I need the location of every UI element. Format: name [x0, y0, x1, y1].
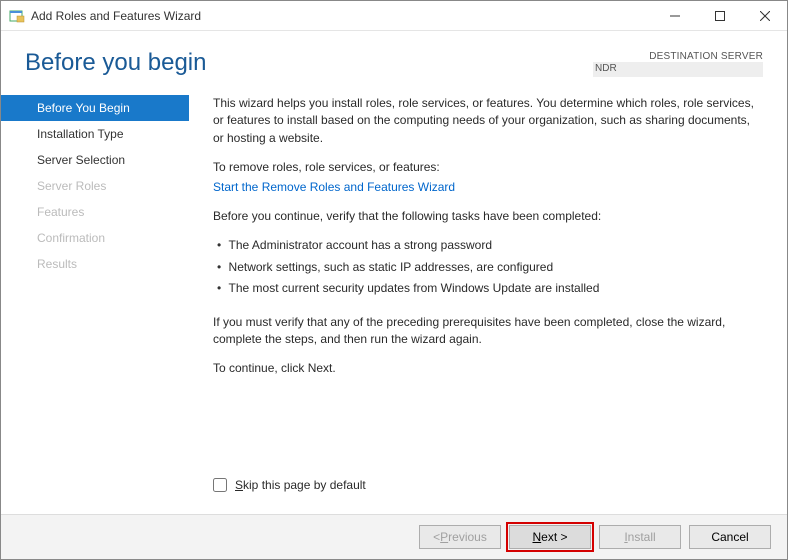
sidebar-item-installation-type[interactable]: Installation Type	[1, 121, 189, 147]
next-button[interactable]: Next >	[509, 525, 591, 549]
skip-label[interactable]: Skip this page by default	[235, 477, 366, 494]
skip-row: Skip this page by default	[213, 469, 763, 506]
app-icon	[9, 8, 25, 24]
maximize-button[interactable]	[697, 1, 742, 31]
sidebar-item-results: Results	[1, 251, 189, 277]
main: Before You Begin Installation Type Serve…	[1, 87, 787, 514]
sidebar-item-before-you-begin[interactable]: Before You Begin	[1, 95, 189, 121]
sidebar-item-label: Features	[37, 205, 84, 219]
list-item: Network settings, such as static IP addr…	[217, 259, 763, 276]
list-item: The most current security updates from W…	[217, 280, 763, 297]
page-title: Before you begin	[25, 49, 206, 77]
destination-block: DESTINATION SERVER NDR	[583, 51, 763, 77]
sidebar-item-label: Installation Type	[37, 127, 124, 141]
sidebar-item-server-roles: Server Roles	[1, 173, 189, 199]
sidebar-item-features: Features	[1, 199, 189, 225]
window-title: Add Roles and Features Wizard	[31, 9, 652, 23]
list-item: The Administrator account has a strong p…	[217, 237, 763, 254]
sidebar-item-label: Server Selection	[37, 153, 125, 167]
sidebar-item-server-selection[interactable]: Server Selection	[1, 147, 189, 173]
cancel-button[interactable]: Cancel	[689, 525, 771, 549]
window-controls	[652, 1, 787, 31]
skip-checkbox[interactable]	[213, 478, 227, 492]
remove-intro-text: To remove roles, role services, or featu…	[213, 159, 763, 176]
content-pane: This wizard helps you install roles, rol…	[189, 87, 787, 514]
destination-server: NDR	[593, 62, 763, 77]
previous-button: < Previous	[419, 525, 501, 549]
header: Before you begin DESTINATION SERVER NDR	[1, 31, 787, 87]
footer: < Previous Next > Install Cancel	[1, 514, 787, 559]
sidebar-item-label: Before You Begin	[37, 101, 130, 115]
prerequisites-list: The Administrator account has a strong p…	[213, 237, 763, 301]
sidebar-item-label: Confirmation	[37, 231, 105, 245]
destination-label: DESTINATION SERVER	[583, 51, 763, 62]
install-button: Install	[599, 525, 681, 549]
sidebar-item-label: Server Roles	[37, 179, 106, 193]
close-button[interactable]	[742, 1, 787, 31]
verify-note-text: If you must verify that any of the prece…	[213, 314, 763, 349]
intro-text: This wizard helps you install roles, rol…	[213, 95, 763, 147]
sidebar-item-label: Results	[37, 257, 77, 271]
remove-roles-link[interactable]: Start the Remove Roles and Features Wiza…	[213, 180, 455, 194]
wizard-steps-sidebar: Before You Begin Installation Type Serve…	[1, 87, 189, 514]
verify-intro-text: Before you continue, verify that the fol…	[213, 208, 763, 225]
titlebar: Add Roles and Features Wizard	[1, 1, 787, 31]
continue-note-text: To continue, click Next.	[213, 360, 763, 377]
sidebar-item-confirmation: Confirmation	[1, 225, 189, 251]
minimize-button[interactable]	[652, 1, 697, 31]
